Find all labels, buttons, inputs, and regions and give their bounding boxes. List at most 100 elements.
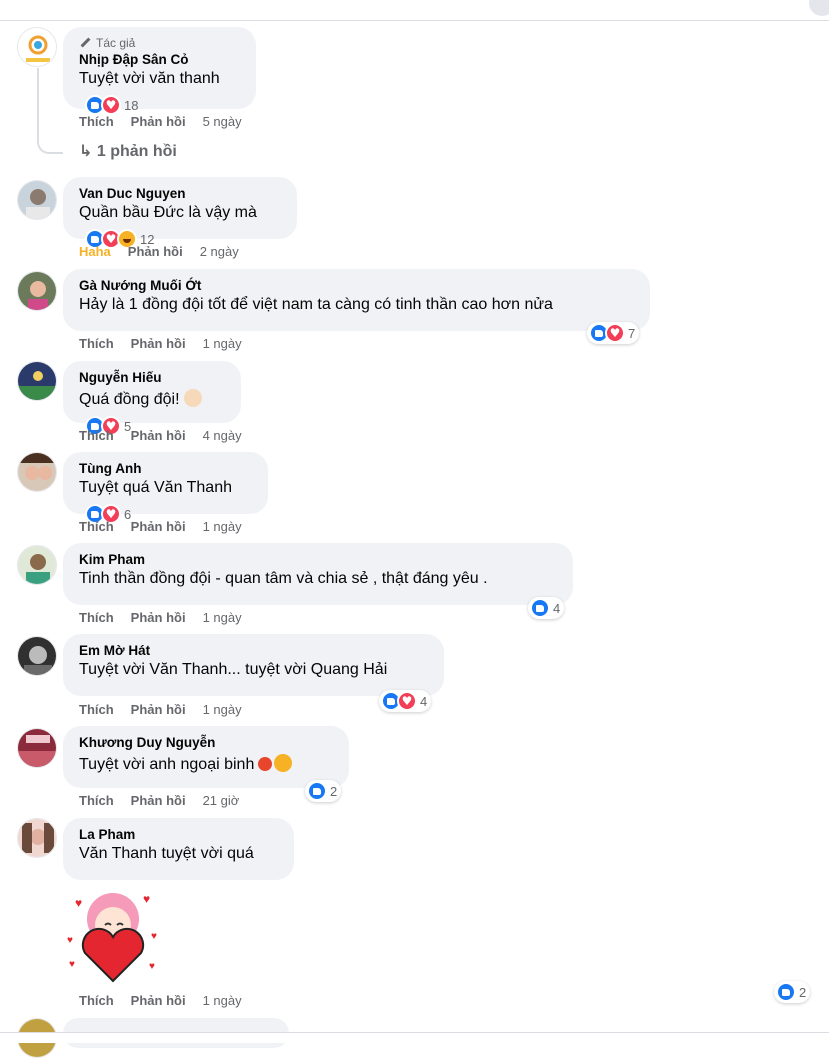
svg-text:♥: ♥: [151, 931, 157, 942]
comment-text: Quần bầu Đức là vậy mà: [79, 204, 257, 221]
svg-text:♥: ♥: [143, 892, 150, 906]
comment-bubble: Nguyễn Hiếu Quá đồng đội!5: [63, 361, 241, 436]
bottom-divider: [0, 1032, 829, 1043]
timestamp[interactable]: 5 ngày: [203, 114, 242, 129]
avatar[interactable]: [17, 452, 57, 492]
comment-author[interactable]: La Pham: [79, 826, 278, 843]
comment-text: Văn Thanh tuyệt vời quá: [79, 845, 254, 862]
comment-author[interactable]: Van Duc Nguyen: [79, 185, 281, 202]
reaction-summary[interactable]: 2: [305, 780, 342, 802]
comment-actions: Thích Phản hồi 4 ngày: [79, 428, 242, 443]
comment-actions: Thích Phản hồi 21 giờ: [79, 793, 239, 808]
reaction-summary[interactable]: 2: [774, 981, 811, 1003]
comment-bubble: Gà Nướng Muối Ớt Hảy là 1 đồng đội tốt đ…: [63, 269, 650, 331]
pencil-icon: [79, 37, 91, 49]
reply-action[interactable]: Phản hồi: [131, 610, 186, 625]
like-action[interactable]: Thích: [79, 702, 114, 717]
avatar[interactable]: [17, 545, 57, 585]
comment-bubble: Tùng Anh Tuyệt quá Văn Thanh6: [63, 452, 268, 524]
love-reaction-icon: [101, 95, 121, 115]
reply-action[interactable]: Phản hồi: [131, 702, 186, 717]
comment-actions: Haha Phản hồi 2 ngày: [79, 244, 239, 259]
comment-text: Tuyệt vời anh ngoại binh: [79, 756, 255, 773]
timestamp[interactable]: 1 ngày: [203, 610, 242, 625]
love-reaction-icon: [605, 323, 625, 343]
avatar-photo: [18, 453, 56, 491]
avatar[interactable]: [17, 361, 57, 401]
reply-action[interactable]: Phản hồi: [131, 428, 186, 443]
like-action[interactable]: Thích: [79, 519, 114, 534]
comment-author[interactable]: Nhịp Đập Sân Cỏ: [79, 51, 240, 68]
comment-text: Quá đồng đội!: [79, 391, 180, 408]
comment-text: Tuyệt vời Văn Thanh... tuyệt vời Quang H…: [79, 661, 388, 678]
comment-author[interactable]: Gà Nướng Muối Ớt: [79, 277, 634, 294]
scroll-button[interactable]: [809, 0, 829, 16]
timestamp[interactable]: 1 ngày: [203, 336, 242, 351]
reply-action[interactable]: Phản hồi: [131, 336, 186, 351]
like-action[interactable]: Thích: [79, 993, 114, 1008]
avatar-photo: [18, 637, 56, 675]
avatar[interactable]: [17, 636, 57, 676]
reply-action[interactable]: Phản hồi: [131, 993, 186, 1008]
comment-author[interactable]: Em Mờ Hát: [79, 642, 428, 659]
avatar[interactable]: [17, 728, 57, 768]
comment-author[interactable]: Kim Pham: [79, 551, 557, 568]
comment-actions: Thích Phản hồi 1 ngày: [79, 610, 242, 625]
comment-text: Tuyệt vời văn thanh: [79, 70, 220, 87]
like-reaction-icon: [307, 781, 327, 801]
reply-arrow-icon: ↳: [79, 143, 97, 160]
reply-action[interactable]: Phản hồi: [131, 114, 186, 129]
thread-line: [37, 68, 63, 154]
svg-text:♥: ♥: [69, 959, 75, 970]
timestamp[interactable]: 1 ngày: [203, 519, 242, 534]
heart-sticker[interactable]: ♥ ♥ ♥ ♥ ♥ ♥: [63, 887, 163, 987]
timestamp[interactable]: 1 ngày: [203, 993, 242, 1008]
avatar[interactable]: [17, 27, 57, 67]
comment-actions: Thích Phản hồi 1 ngày: [79, 519, 242, 534]
svg-text:♥: ♥: [75, 896, 82, 910]
like-action[interactable]: Thích: [79, 336, 114, 351]
comment-bubble: La Pham Văn Thanh tuyệt vời quá: [63, 818, 294, 880]
avatar-photo: [18, 819, 56, 857]
avatar[interactable]: [17, 180, 57, 220]
comment-actions: Thích Phản hồi 1 ngày: [79, 993, 242, 1008]
reply-action[interactable]: Phản hồi: [128, 244, 183, 259]
reaction-summary[interactable]: 4: [379, 690, 432, 712]
avatar-photo: [18, 181, 56, 219]
comment-author[interactable]: Nguyễn Hiếu: [79, 369, 225, 386]
timestamp[interactable]: 21 giờ: [203, 793, 240, 808]
heart-eyes-emoji-icon: [274, 754, 293, 772]
comment-text: Tinh thần đồng đội - quan tâm và chia sẻ…: [79, 570, 488, 587]
timestamp[interactable]: 1 ngày: [203, 702, 242, 717]
clapping-emoji-icon: [183, 389, 202, 407]
comment-author[interactable]: Khương Duy Nguyễn: [79, 734, 333, 751]
like-action[interactable]: Thích: [79, 428, 114, 443]
avatar[interactable]: [17, 271, 57, 311]
reaction-summary[interactable]: 18: [83, 94, 142, 116]
comment-actions: Thích Phản hồi 1 ngày: [79, 702, 242, 717]
comment-author[interactable]: Tùng Anh: [79, 460, 252, 477]
avatar-photo: [18, 362, 56, 400]
comment-bubble: Em Mờ Hát Tuyệt vời Văn Thanh... tuyệt v…: [63, 634, 444, 696]
tomato-emoji-icon: [258, 757, 273, 771]
view-replies-link[interactable]: ↳ 1 phản hồi: [79, 141, 177, 161]
avatar-photo: [18, 272, 56, 310]
comment-text: Hảy là 1 đồng đội tốt để việt nam ta càn…: [79, 296, 553, 313]
like-reaction-icon: [530, 598, 550, 618]
reply-action[interactable]: Phản hồi: [131, 793, 186, 808]
top-divider: [0, 0, 829, 21]
reaction-summary[interactable]: 7: [587, 322, 640, 344]
comment-actions: Thích Phản hồi 1 ngày: [79, 336, 242, 351]
reply-action[interactable]: Phản hồi: [131, 519, 186, 534]
reaction-summary[interactable]: 4: [528, 597, 565, 619]
haha-action[interactable]: Haha: [79, 244, 111, 259]
comment-text: Tuyệt quá Văn Thanh: [79, 479, 232, 496]
avatar[interactable]: [17, 818, 57, 858]
timestamp[interactable]: 4 ngày: [203, 428, 242, 443]
avatar-page-logo: [18, 28, 56, 66]
timestamp[interactable]: 2 ngày: [200, 244, 239, 259]
avatar-photo: [18, 546, 56, 584]
like-action[interactable]: Thích: [79, 610, 114, 625]
like-action[interactable]: Thích: [79, 793, 114, 808]
like-action[interactable]: Thích: [79, 114, 114, 129]
